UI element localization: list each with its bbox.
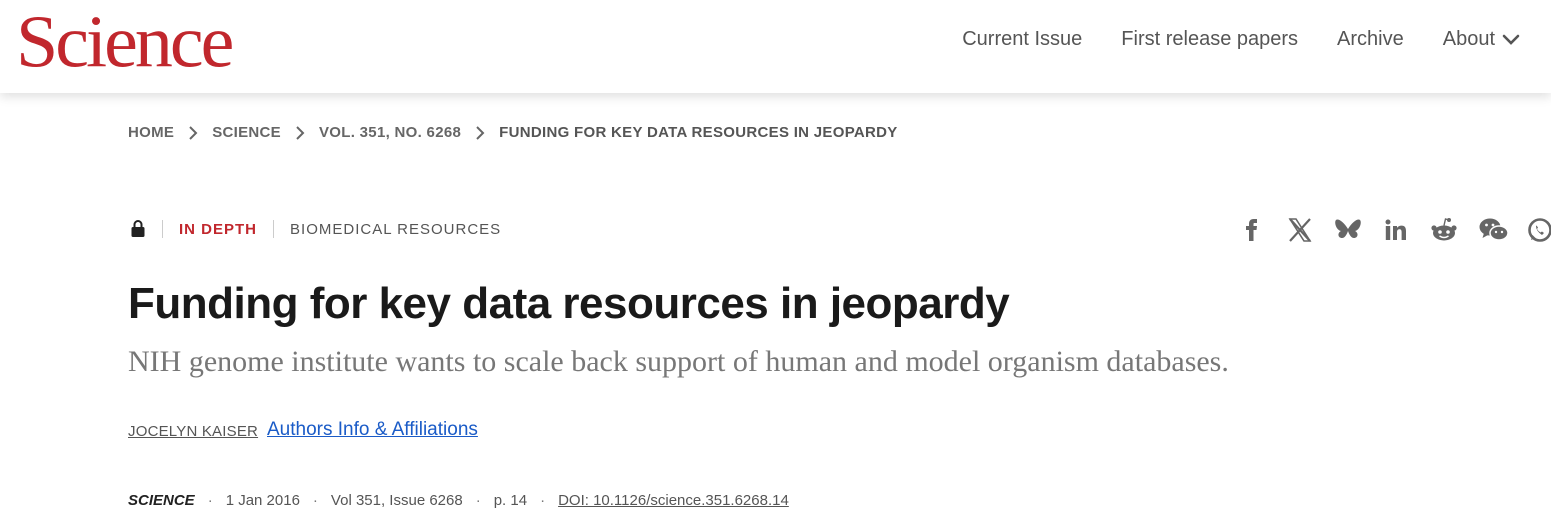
chevron-right-icon: [295, 125, 305, 140]
nav-archive[interactable]: Archive: [1337, 28, 1404, 51]
article-title: Funding for key data resources in jeopar…: [128, 279, 1010, 328]
citation-page: p. 14: [493, 492, 528, 509]
nav-label: About: [1442, 28, 1495, 50]
nav-label: First release papers: [1121, 28, 1299, 50]
chevron-right-icon: [475, 125, 485, 140]
bluesky-icon[interactable]: [1334, 215, 1362, 245]
breadcrumb-volume[interactable]: VOL. 351, NO. 6268: [319, 124, 461, 141]
citation-line: SCIENCE · 1 Jan 2016 · Vol 351, Issue 62…: [128, 492, 789, 509]
nav-first-release-papers[interactable]: First release papers: [1121, 28, 1298, 51]
divider: [273, 220, 275, 238]
share-bar: [1238, 215, 1551, 245]
science-logo[interactable]: Science: [16, 5, 234, 79]
nav-label: Archive: [1337, 28, 1404, 50]
chevron-down-icon: [1501, 30, 1521, 50]
lock-icon: [130, 219, 146, 239]
article-section[interactable]: BIOMEDICAL RESOURCES: [290, 221, 501, 238]
citation-date: 1 Jan 2016: [225, 492, 300, 509]
breadcrumb-science[interactable]: SCIENCE: [212, 124, 281, 141]
nav-about[interactable]: About: [1443, 28, 1521, 51]
breadcrumb-current: FUNDING FOR KEY DATA RESOURCES IN JEOPAR…: [499, 124, 898, 141]
authors-affiliations-link[interactable]: Authors Info & Affiliations: [267, 419, 478, 441]
reddit-icon[interactable]: [1430, 215, 1458, 245]
site-header: Science Current Issue First release pape…: [0, 0, 1551, 93]
wechat-icon[interactable]: [1478, 215, 1509, 245]
citation-volume-issue[interactable]: Vol 351, Issue 6268: [331, 492, 463, 509]
separator-dot: ·: [475, 492, 481, 509]
linkedin-icon[interactable]: [1382, 215, 1410, 245]
breadcrumb-home[interactable]: HOME: [128, 124, 174, 141]
chevron-right-icon: [188, 125, 198, 140]
separator-dot: ·: [207, 492, 213, 509]
citation-journal: SCIENCE: [128, 492, 195, 509]
breadcrumb: HOME SCIENCE VOL. 351, NO. 6268 FUNDING …: [128, 124, 898, 141]
author-name[interactable]: JOCELYN KAISER: [128, 423, 258, 440]
article-subtitle: NIH genome institute wants to scale back…: [128, 345, 1229, 378]
main-nav: Current Issue First release papers Archi…: [962, 28, 1521, 51]
doi-link[interactable]: DOI: 10.1126/science.351.6268.14: [558, 492, 789, 509]
whatsapp-icon[interactable]: [1526, 215, 1551, 245]
x-icon[interactable]: [1286, 215, 1314, 245]
nav-label: Current Issue: [962, 28, 1083, 50]
separator-dot: ·: [540, 492, 546, 509]
divider: [162, 220, 163, 238]
separator-dot: ·: [312, 492, 318, 509]
article-kicker[interactable]: IN DEPTH: [179, 221, 257, 238]
article-meta: IN DEPTH BIOMEDICAL RESOURCES: [130, 219, 501, 239]
nav-current-issue[interactable]: Current Issue: [962, 28, 1082, 51]
facebook-icon[interactable]: [1238, 215, 1266, 245]
